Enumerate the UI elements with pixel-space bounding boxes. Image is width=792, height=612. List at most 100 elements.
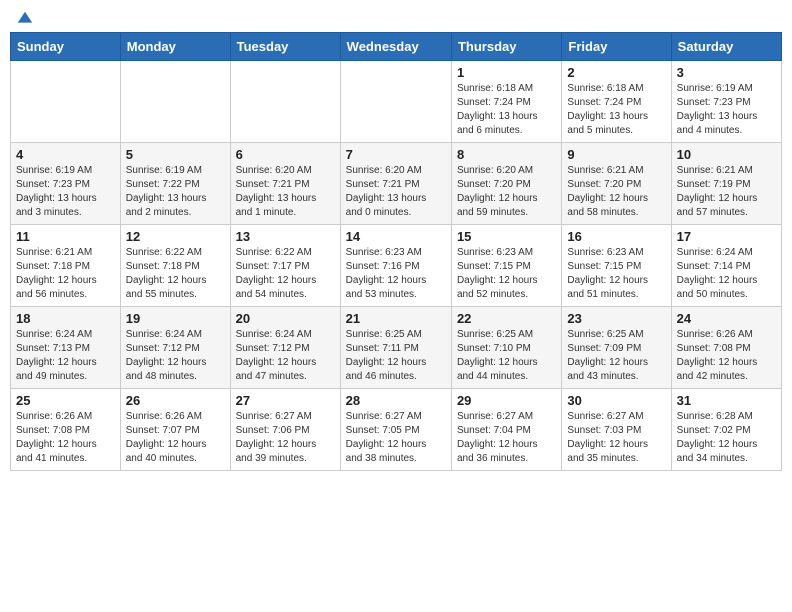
- calendar-week-row: 25 Sunrise: 6:26 AM Sunset: 7:08 PM Dayli…: [11, 389, 782, 471]
- column-header-tuesday: Tuesday: [230, 33, 340, 61]
- calendar-cell: 9 Sunrise: 6:21 AM Sunset: 7:20 PM Daylig…: [562, 143, 671, 225]
- day-info: Sunrise: 6:27 AM Sunset: 7:04 PM Dayligh…: [457, 410, 556, 466]
- day-info: Sunrise: 6:24 AM Sunset: 7:13 PM Dayligh…: [16, 328, 115, 384]
- calendar-week-row: 1 Sunrise: 6:18 AM Sunset: 7:24 PM Daylig…: [11, 61, 782, 143]
- calendar-cell: 22 Sunrise: 6:25 AM Sunset: 7:10 PM Dayli…: [451, 307, 561, 389]
- day-info: Sunrise: 6:23 AM Sunset: 7:16 PM Dayligh…: [346, 246, 446, 302]
- calendar-cell: 10Sunrise: 6:21 AM Sunset: 7:19 PM Dayli…: [671, 143, 781, 225]
- calendar-week-row: 18 Sunrise: 6:24 AM Sunset: 7:13 PM Dayli…: [11, 307, 782, 389]
- calendar-cell: 27 Sunrise: 6:27 AM Sunset: 7:06 PM Dayli…: [230, 389, 340, 471]
- day-number: 23: [567, 311, 665, 326]
- day-info: Sunrise: 6:21 AM Sunset: 7:19 PM Dayligh…: [677, 164, 776, 220]
- day-number: 5: [126, 147, 225, 162]
- day-info: Sunrise: 6:22 AM Sunset: 7:18 PM Dayligh…: [126, 246, 225, 302]
- day-number: 21: [346, 311, 446, 326]
- calendar-cell: 18 Sunrise: 6:24 AM Sunset: 7:13 PM Dayli…: [11, 307, 121, 389]
- calendar-week-row: 4 Sunrise: 6:19 AM Sunset: 7:23 PM Daylig…: [11, 143, 782, 225]
- day-info: Sunrise: 6:20 AM Sunset: 7:21 PM Dayligh…: [236, 164, 335, 220]
- calendar-cell: 26Sunrise: 6:26 AM Sunset: 7:07 PM Dayli…: [120, 389, 230, 471]
- day-info: Sunrise: 6:20 AM Sunset: 7:21 PM Dayligh…: [346, 164, 446, 220]
- day-number: 9: [567, 147, 665, 162]
- calendar-cell: 1 Sunrise: 6:18 AM Sunset: 7:24 PM Daylig…: [451, 61, 561, 143]
- day-info: Sunrise: 6:26 AM Sunset: 7:08 PM Dayligh…: [16, 410, 115, 466]
- calendar-week-row: 11 Sunrise: 6:21 AM Sunset: 7:18 PM Dayli…: [11, 225, 782, 307]
- day-info: Sunrise: 6:27 AM Sunset: 7:06 PM Dayligh…: [236, 410, 335, 466]
- calendar-cell: 3Sunrise: 6:19 AM Sunset: 7:23 PM Daylig…: [671, 61, 781, 143]
- day-info: Sunrise: 6:26 AM Sunset: 7:08 PM Dayligh…: [677, 328, 776, 384]
- day-number: 24: [677, 311, 776, 326]
- day-number: 3: [677, 65, 776, 80]
- column-header-friday: Friday: [562, 33, 671, 61]
- logo-icon: [16, 10, 34, 28]
- column-header-saturday: Saturday: [671, 33, 781, 61]
- calendar-cell: 29 Sunrise: 6:27 AM Sunset: 7:04 PM Dayli…: [451, 389, 561, 471]
- calendar-cell: 11 Sunrise: 6:21 AM Sunset: 7:18 PM Dayli…: [11, 225, 121, 307]
- calendar-cell: 23 Sunrise: 6:25 AM Sunset: 7:09 PM Dayli…: [562, 307, 671, 389]
- calendar-cell: 30 Sunrise: 6:27 AM Sunset: 7:03 PM Dayli…: [562, 389, 671, 471]
- column-header-sunday: Sunday: [11, 33, 121, 61]
- day-number: 30: [567, 393, 665, 408]
- day-info: Sunrise: 6:24 AM Sunset: 7:12 PM Dayligh…: [126, 328, 225, 384]
- calendar-table: SundayMondayTuesdayWednesdayThursdayFrid…: [10, 32, 782, 471]
- calendar-cell: [230, 61, 340, 143]
- day-number: 27: [236, 393, 335, 408]
- day-info: Sunrise: 6:18 AM Sunset: 7:24 PM Dayligh…: [567, 82, 665, 138]
- day-number: 17: [677, 229, 776, 244]
- day-number: 20: [236, 311, 335, 326]
- calendar-cell: 21 Sunrise: 6:25 AM Sunset: 7:11 PM Dayli…: [340, 307, 451, 389]
- day-number: 1: [457, 65, 556, 80]
- calendar-cell: 16 Sunrise: 6:23 AM Sunset: 7:15 PM Dayli…: [562, 225, 671, 307]
- day-info: Sunrise: 6:26 AM Sunset: 7:07 PM Dayligh…: [126, 410, 225, 466]
- day-number: 15: [457, 229, 556, 244]
- calendar-cell: 31Sunrise: 6:28 AM Sunset: 7:02 PM Dayli…: [671, 389, 781, 471]
- calendar-cell: 20Sunrise: 6:24 AM Sunset: 7:12 PM Dayli…: [230, 307, 340, 389]
- day-number: 29: [457, 393, 556, 408]
- day-number: 25: [16, 393, 115, 408]
- day-info: Sunrise: 6:25 AM Sunset: 7:11 PM Dayligh…: [346, 328, 446, 384]
- day-info: Sunrise: 6:27 AM Sunset: 7:05 PM Dayligh…: [346, 410, 446, 466]
- day-number: 13: [236, 229, 335, 244]
- calendar-cell: 2Sunrise: 6:18 AM Sunset: 7:24 PM Daylig…: [562, 61, 671, 143]
- day-number: 6: [236, 147, 335, 162]
- calendar-cell: 8 Sunrise: 6:20 AM Sunset: 7:20 PM Daylig…: [451, 143, 561, 225]
- day-number: 16: [567, 229, 665, 244]
- calendar-cell: 5 Sunrise: 6:19 AM Sunset: 7:22 PM Daylig…: [120, 143, 230, 225]
- day-number: 8: [457, 147, 556, 162]
- calendar-cell: [340, 61, 451, 143]
- page-header: [10, 10, 782, 24]
- logo: [14, 10, 34, 24]
- calendar-cell: 19 Sunrise: 6:24 AM Sunset: 7:12 PM Dayli…: [120, 307, 230, 389]
- calendar-cell: 12 Sunrise: 6:22 AM Sunset: 7:18 PM Dayli…: [120, 225, 230, 307]
- calendar-header-row: SundayMondayTuesdayWednesdayThursdayFrid…: [11, 33, 782, 61]
- day-number: 28: [346, 393, 446, 408]
- day-info: Sunrise: 6:27 AM Sunset: 7:03 PM Dayligh…: [567, 410, 665, 466]
- day-info: Sunrise: 6:23 AM Sunset: 7:15 PM Dayligh…: [567, 246, 665, 302]
- day-info: Sunrise: 6:24 AM Sunset: 7:14 PM Dayligh…: [677, 246, 776, 302]
- calendar-cell: [120, 61, 230, 143]
- calendar-cell: 15Sunrise: 6:23 AM Sunset: 7:15 PM Dayli…: [451, 225, 561, 307]
- calendar-cell: 6 Sunrise: 6:20 AM Sunset: 7:21 PM Daylig…: [230, 143, 340, 225]
- day-number: 4: [16, 147, 115, 162]
- day-number: 7: [346, 147, 446, 162]
- day-info: Sunrise: 6:22 AM Sunset: 7:17 PM Dayligh…: [236, 246, 335, 302]
- day-number: 22: [457, 311, 556, 326]
- day-info: Sunrise: 6:19 AM Sunset: 7:23 PM Dayligh…: [16, 164, 115, 220]
- day-info: Sunrise: 6:25 AM Sunset: 7:09 PM Dayligh…: [567, 328, 665, 384]
- day-number: 12: [126, 229, 225, 244]
- day-info: Sunrise: 6:21 AM Sunset: 7:20 PM Dayligh…: [567, 164, 665, 220]
- column-header-monday: Monday: [120, 33, 230, 61]
- calendar-cell: 7 Sunrise: 6:20 AM Sunset: 7:21 PM Daylig…: [340, 143, 451, 225]
- day-number: 19: [126, 311, 225, 326]
- day-info: Sunrise: 6:19 AM Sunset: 7:22 PM Dayligh…: [126, 164, 225, 220]
- calendar-cell: 17 Sunrise: 6:24 AM Sunset: 7:14 PM Dayli…: [671, 225, 781, 307]
- calendar-cell: 4 Sunrise: 6:19 AM Sunset: 7:23 PM Daylig…: [11, 143, 121, 225]
- calendar-cell: [11, 61, 121, 143]
- day-number: 18: [16, 311, 115, 326]
- calendar-cell: 24 Sunrise: 6:26 AM Sunset: 7:08 PM Dayli…: [671, 307, 781, 389]
- day-info: Sunrise: 6:20 AM Sunset: 7:20 PM Dayligh…: [457, 164, 556, 220]
- day-info: Sunrise: 6:18 AM Sunset: 7:24 PM Dayligh…: [457, 82, 556, 138]
- day-info: Sunrise: 6:25 AM Sunset: 7:10 PM Dayligh…: [457, 328, 556, 384]
- day-number: 14: [346, 229, 446, 244]
- day-info: Sunrise: 6:21 AM Sunset: 7:18 PM Dayligh…: [16, 246, 115, 302]
- day-number: 11: [16, 229, 115, 244]
